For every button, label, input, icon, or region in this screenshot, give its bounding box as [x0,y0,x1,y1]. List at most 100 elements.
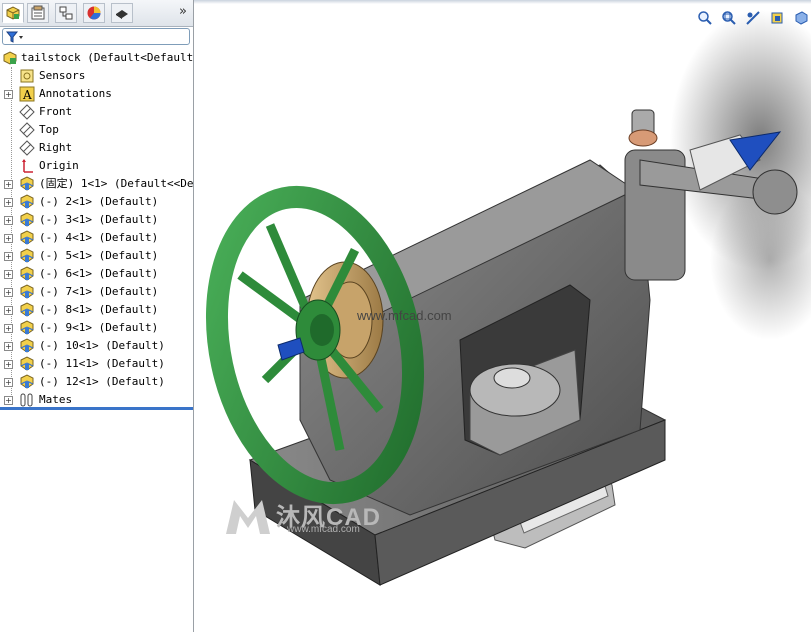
expand-toggle[interactable]: + [4,90,13,99]
expand-toggle[interactable]: + [4,306,13,315]
tree-root-label: tailstock (Default<Default_D [21,51,194,64]
tab-configuration-manager[interactable] [55,3,77,23]
property-manager-icon [31,5,45,20]
watermark-url: www.mfcad.com [357,308,452,323]
tree-item-label: (-) 7<1> (Default) [39,285,159,298]
panel-splitter[interactable] [0,407,193,410]
part-icon [20,302,34,317]
tab-feature-manager[interactable] [2,3,24,23]
dimxpert-icon [116,10,128,19]
part-icon [20,248,34,263]
expand-toggle[interactable]: + [4,270,13,279]
tab-display-manager[interactable] [83,3,105,23]
tree-item-label: (-) 12<1> (Default) [39,375,165,388]
expand-toggle[interactable]: + [4,378,13,387]
tree-item-label: (-) 5<1> (Default) [39,249,159,262]
tree-item[interactable]: + (-) 4<1> (Default) [0,229,193,247]
filter-icon[interactable] [6,31,24,43]
tree-item-label: Sensors [39,69,86,82]
tree-item[interactable]: + (-) 8<1> (Default) [0,301,193,319]
expand-toggle[interactable]: + [4,324,13,333]
display-style-icon [795,11,808,25]
part-icon [20,338,34,353]
filter-input[interactable] [2,28,190,45]
part-icon [20,284,34,299]
tree-item[interactable]: + (-) 2<1> (Default) [0,193,193,211]
display-style-button[interactable] [791,8,811,28]
tree-item[interactable]: + (-) 6<1> (Default) [0,265,193,283]
tree-item-label: Annotations [39,87,112,100]
part-icon [20,356,34,371]
mates-icon [20,393,33,407]
tree-item-label: Right [39,141,73,154]
feature-manager-panel: » tailstock (Default<Default_D Sensors + A… [0,0,194,632]
tree-item-label: (-) 4<1> (Default) [39,231,159,244]
lever-nut [628,129,658,147]
tab-property-manager[interactable] [27,3,49,23]
assembly-icon [3,51,17,65]
tree-item-label: (-) 10<1> (Default) [39,339,165,352]
expand-toggle[interactable]: + [4,288,13,297]
display-manager-icon [87,6,101,20]
tree-item-label: (固定) 1<1> (Default<<Defa [39,177,194,190]
tree-item-label: Top [39,123,59,136]
configuration-manager-icon [59,6,73,20]
tree-item[interactable]: + A Annotations [0,85,193,103]
tree-root-tailstock[interactable]: tailstock (Default<Default_D [0,49,193,67]
tree-item[interactable]: + (-) 9<1> (Default) [0,319,193,337]
expand-toggle[interactable]: + [4,216,13,225]
tree-item-label: Origin [39,159,79,172]
tree-item[interactable]: Front [0,103,193,121]
svg-text:A: A [22,88,32,102]
plane-icon [19,140,35,156]
tree-item[interactable]: + (-) 5<1> (Default) [0,247,193,265]
expand-toggle[interactable]: + [4,360,13,369]
expand-toggle[interactable]: + [4,234,13,243]
tree-item[interactable]: + (-) 7<1> (Default) [0,283,193,301]
viewport-top-border [194,0,811,4]
part-icon [20,230,34,245]
expand-toggle[interactable]: + [4,396,13,405]
part-icon [20,176,34,191]
zoom-area-button[interactable] [719,8,739,28]
tree-item[interactable]: + (-) 12<1> (Default) [0,373,193,391]
part-icon [20,320,34,335]
tree-item[interactable]: Origin [0,157,193,175]
zoom-to-fit-button[interactable] [695,8,715,28]
tree-item-label: (-) 6<1> (Default) [39,267,159,280]
tree-item[interactable]: Sensors [0,67,193,85]
tree-item-label: (-) 2<1> (Default) [39,195,159,208]
tree-item[interactable]: + (-) 11<1> (Default) [0,355,193,373]
plane-icon [19,104,35,120]
expand-toggle[interactable]: + [4,342,13,351]
annotation-icon: A [19,86,35,102]
logo-url: www.mfcad.com [287,524,360,535]
tree-item[interactable]: + (固定) 1<1> (Default<<Defa [0,175,193,193]
panel-tab-bar: » [0,0,193,27]
tree-item[interactable]: Top [0,121,193,139]
section-view-icon [746,11,760,25]
tree-item[interactable]: + (-) 3<1> (Default) [0,211,193,229]
part-icon [20,212,34,227]
filter-bar [0,27,193,47]
plane-icon [19,122,35,138]
part-icon [20,194,34,209]
view-orientation-icon [771,12,783,24]
heads-up-view-toolbar [695,8,811,30]
expand-toggle[interactable]: + [4,252,13,261]
section-view-button[interactable] [743,8,763,28]
expand-toggle[interactable]: + [4,198,13,207]
expand-toggle[interactable]: + [4,180,13,189]
lever-ball [752,169,798,215]
more-tabs-button[interactable]: » [179,4,187,19]
tree-item-label: Front [39,105,73,118]
feature-manager-icon [6,6,20,20]
part-icon [20,266,34,281]
tab-dimxpert[interactable] [111,3,133,23]
model-view [205,10,811,586]
tree-item[interactable]: Right [0,139,193,157]
graphics-area[interactable]: www.mfcad.com 沐风CAD www.mfcad.com [194,0,811,632]
tree-item[interactable]: + (-) 10<1> (Default) [0,337,193,355]
zoom-area-icon [722,11,736,25]
view-orientation-button[interactable] [767,8,787,28]
